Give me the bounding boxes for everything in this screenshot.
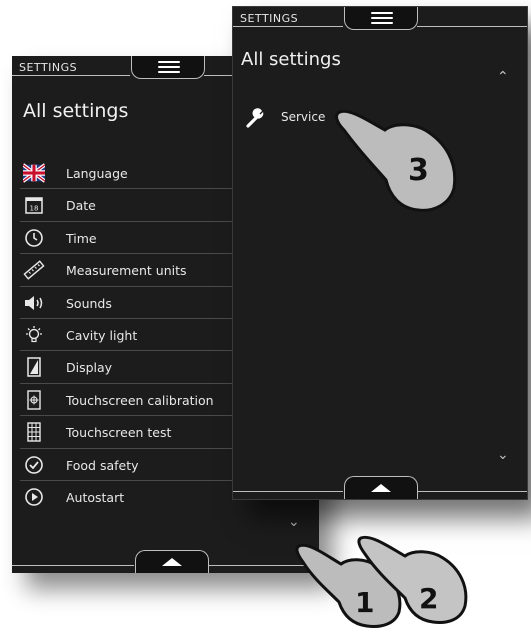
settings-item-label: Autostart [66,489,125,505]
grid-icon [27,422,41,442]
wrench-icon [246,108,264,128]
display-icon [27,357,41,378]
menu-tab[interactable] [344,7,418,30]
settings-item-autostart[interactable]: Autostart [20,481,244,513]
hamburger-menu-icon[interactable] [371,12,393,24]
settings-item-label: Date [66,198,96,214]
settings-list: Language 18 Date Time Measurement units [20,157,244,513]
play-circle-icon [25,488,43,506]
calibration-icon [27,390,41,410]
settings-item-label: Display [66,360,113,376]
settings-item-label: Time [66,230,97,246]
home-tab[interactable] [135,550,209,573]
bottom-bar [12,547,319,573]
triangle-up-icon[interactable] [371,484,391,492]
uk-flag-icon [23,163,45,183]
ruler-icon [23,260,45,280]
settings-item-time[interactable]: Time [20,222,244,255]
settings-item-touchscreen-calibration[interactable]: Touchscreen calibration [20,384,244,417]
scroll-up-icon[interactable]: ⌃ [497,69,509,85]
home-tab[interactable] [344,476,418,499]
light-bulb-icon [26,325,42,343]
settings-panel-right: SETTINGS All settings ⌃ Service ⌄ [232,6,528,500]
footer-line [417,491,527,492]
page-title: All settings [23,100,129,122]
check-circle-icon [25,455,43,474]
settings-item-label: Touchscreen test [66,425,172,441]
header-line [233,26,343,27]
settings-item-label: Measurement units [66,263,187,279]
settings-item-food-safety[interactable]: Food safety [20,449,244,481]
calendar-day: 18 [30,205,39,213]
settings-item-label: Cavity light [66,327,138,343]
settings-item-touchscreen-test[interactable]: Touchscreen test [20,416,244,449]
clock-icon [25,228,43,247]
header-line [12,75,130,76]
triangle-up-icon[interactable] [162,558,182,566]
pointing-hand-icon: 3 [335,109,457,212]
settings-item-label: Food safety [66,457,139,473]
settings-item-display[interactable]: Display [20,351,244,384]
step-number-3: 3 [408,153,429,188]
menu-tab[interactable] [131,56,205,79]
scroll-down-icon[interactable]: ⌄ [497,447,509,463]
hamburger-menu-icon[interactable] [158,61,180,73]
settings-item-cavity-light[interactable]: Cavity light [20,319,244,352]
step-number-2: 2 [419,582,438,615]
settings-item-label: Touchscreen calibration [66,392,214,408]
calendar-icon: 18 [25,197,43,215]
settings-item-date[interactable]: 18 Date [20,189,244,222]
settings-item-label: Service [281,110,326,124]
settings-item-label: Language [66,166,128,181]
settings-item-label: Sounds [66,295,112,311]
speaker-icon [25,295,43,310]
header-title: SETTINGS [19,61,78,74]
page-title: All settings [241,49,341,70]
top-bar: SETTINGS [233,7,527,33]
pointing-hand-icon: 2 [357,535,468,624]
bottom-bar [233,473,527,499]
scroll-down-icon[interactable]: ⌄ [288,514,300,530]
footer-line [12,565,134,566]
footer-line [233,491,343,492]
settings-item-measurement-units[interactable]: Measurement units [20,254,244,287]
settings-item-language[interactable]: Language [20,157,244,190]
settings-item-sounds[interactable]: Sounds [20,287,244,319]
header-title: SETTINGS [240,12,299,25]
header-line [417,26,527,27]
